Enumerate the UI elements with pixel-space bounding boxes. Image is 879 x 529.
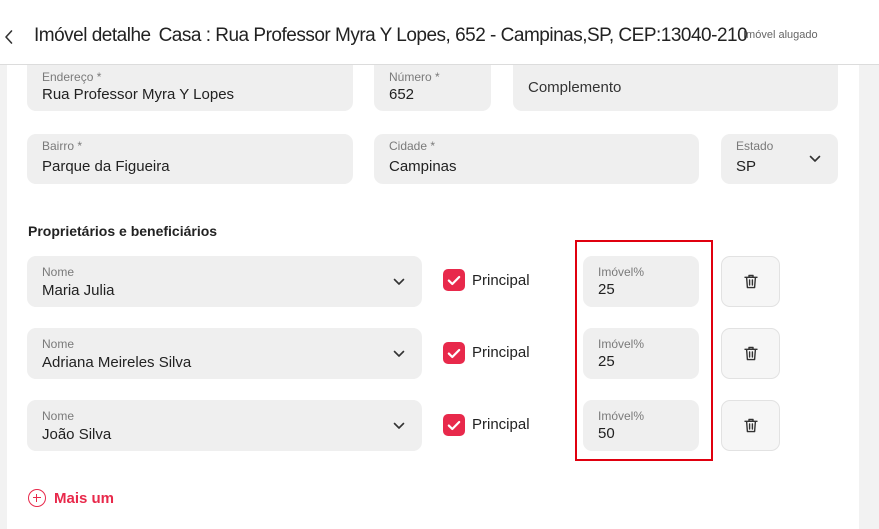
owner-name-label: Nome bbox=[42, 265, 75, 279]
owner-name-label: Nome bbox=[42, 409, 75, 423]
chevron-down-icon bbox=[392, 275, 406, 289]
endereco-label: Endereço * bbox=[42, 70, 102, 84]
bairro-field[interactable]: Bairro * Parque da Figueira bbox=[27, 134, 353, 184]
estado-value: SP bbox=[736, 158, 757, 175]
bairro-label: Bairro * bbox=[42, 139, 83, 153]
page-header: Imóvel detalhe Casa : Rua Professor Myra … bbox=[0, 0, 879, 65]
page-title-address: Casa : Rua Professor Myra Y Lopes, 652 -… bbox=[158, 25, 748, 46]
back-button[interactable] bbox=[0, 23, 18, 51]
cidade-value: Campinas bbox=[389, 158, 457, 175]
chevron-left-icon bbox=[5, 30, 13, 44]
trash-icon bbox=[743, 418, 758, 433]
owner-name-select[interactable]: Nome João Silva bbox=[27, 400, 422, 451]
owner-name-value: Maria Julia bbox=[42, 282, 115, 299]
owners-section-title: Proprietários e beneficiários bbox=[28, 223, 218, 239]
estado-label: Estado bbox=[736, 139, 774, 153]
bairro-value: Parque da Figueira bbox=[42, 158, 170, 175]
principal-checkbox[interactable] bbox=[443, 269, 465, 291]
numero-field[interactable]: Número * 652 bbox=[374, 65, 491, 111]
owner-name-value: Adriana Meireles Silva bbox=[42, 354, 192, 371]
cidade-field[interactable]: Cidade * Campinas bbox=[374, 134, 699, 184]
plus-circle-icon bbox=[28, 489, 46, 507]
endereco-field[interactable]: Endereço * Rua Professor Myra Y Lopes bbox=[27, 65, 353, 111]
percentage-highlight-box bbox=[575, 240, 713, 461]
numero-label: Número * bbox=[389, 70, 440, 84]
chevron-down-icon bbox=[808, 152, 822, 166]
delete-owner-button[interactable] bbox=[721, 400, 780, 451]
endereco-value: Rua Professor Myra Y Lopes bbox=[42, 86, 235, 103]
principal-label: Principal bbox=[472, 272, 530, 289]
delete-owner-button[interactable] bbox=[721, 328, 780, 379]
estado-select[interactable]: Estado SP bbox=[721, 134, 838, 184]
cidade-label: Cidade * bbox=[389, 139, 436, 153]
chevron-down-icon bbox=[392, 347, 406, 361]
owner-name-value: João Silva bbox=[42, 426, 112, 443]
status-badge: Imóvel alugado bbox=[743, 29, 818, 41]
check-icon bbox=[447, 420, 461, 430]
delete-owner-button[interactable] bbox=[721, 256, 780, 307]
trash-icon bbox=[743, 346, 758, 361]
complemento-field[interactable]: Complemento bbox=[513, 65, 838, 111]
check-icon bbox=[447, 348, 461, 358]
principal-checkbox[interactable] bbox=[443, 342, 465, 364]
check-icon bbox=[447, 275, 461, 285]
complemento-placeholder: Complemento bbox=[528, 79, 622, 96]
principal-checkbox[interactable] bbox=[443, 414, 465, 436]
add-owner-button[interactable]: Mais um bbox=[28, 488, 114, 508]
owner-name-select[interactable]: Nome Adriana Meireles Silva bbox=[27, 328, 422, 379]
page-title: Imóvel detalhe Casa : Rua Professor Myra … bbox=[34, 25, 748, 47]
chevron-down-icon bbox=[392, 419, 406, 433]
principal-label: Principal bbox=[472, 344, 530, 361]
owner-name-label: Nome bbox=[42, 337, 75, 351]
principal-label: Principal bbox=[472, 416, 530, 433]
page-title-prefix: Imóvel detalhe bbox=[34, 25, 151, 46]
trash-icon bbox=[743, 274, 758, 289]
owner-name-select[interactable]: Nome Maria Julia bbox=[27, 256, 422, 307]
numero-value: 652 bbox=[389, 86, 415, 103]
add-owner-label: Mais um bbox=[54, 489, 115, 507]
